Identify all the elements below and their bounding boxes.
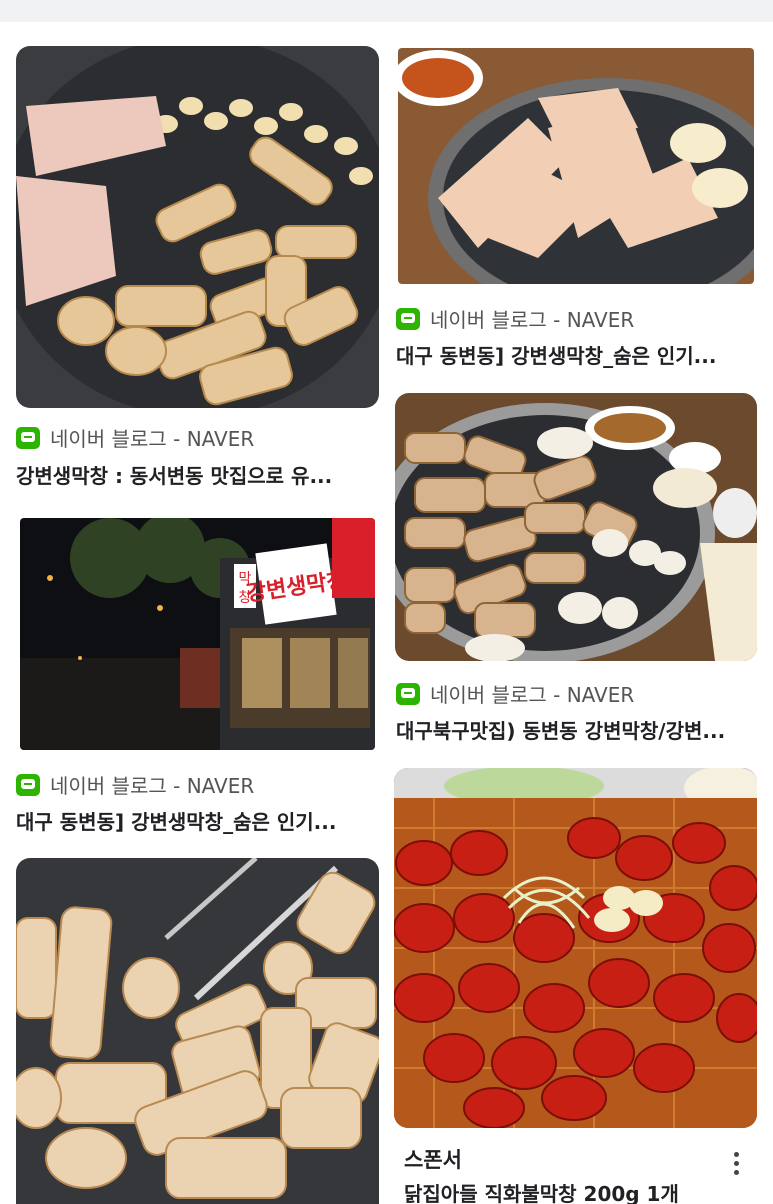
grill-garlic-photo xyxy=(16,46,379,408)
ad-product-image[interactable] xyxy=(394,768,757,1128)
more-dot-icon xyxy=(733,1151,739,1157)
top-bar xyxy=(0,0,773,22)
naver-blog-icon xyxy=(16,426,40,449)
result-source[interactable]: 네이버 블로그 - NAVER xyxy=(396,304,634,333)
more-dot-icon xyxy=(733,1160,739,1166)
storefront-photo: 막 창 강변생막창 xyxy=(20,518,375,750)
result-image-raw-grill[interactable] xyxy=(398,48,754,284)
sponsored-label: 스폰서 xyxy=(404,1148,462,1172)
result-source[interactable]: 네이버 블로그 - NAVER xyxy=(16,770,254,799)
result-title[interactable]: 대구 동변동] 강변생막창_숨은 인기... xyxy=(16,806,376,835)
result-source-label: 네이버 블로그 - NAVER xyxy=(50,774,255,798)
result-image-grill-sides[interactable] xyxy=(395,393,757,661)
result-image-storefront[interactable]: 막 창 강변생막창 xyxy=(20,518,375,750)
result-image-grill-garlic[interactable] xyxy=(16,46,379,408)
result-source[interactable]: 네이버 블로그 - NAVER xyxy=(396,679,634,708)
result-source[interactable]: 네이버 블로그 - NAVER xyxy=(16,423,254,452)
result-source-label: 네이버 블로그 - NAVER xyxy=(430,308,635,332)
naver-blog-icon xyxy=(16,773,40,796)
more-dot-icon xyxy=(733,1169,739,1175)
grill-chopsticks-photo xyxy=(16,858,379,1204)
result-source-label: 네이버 블로그 - NAVER xyxy=(430,683,635,707)
raw-grill-photo xyxy=(398,48,754,284)
grill-sides-photo xyxy=(395,393,757,661)
result-title[interactable]: 강변생막창 : 동서변동 맛집으로 유... xyxy=(16,460,376,489)
result-image-grill-chopsticks[interactable] xyxy=(16,858,379,1204)
naver-blog-icon xyxy=(396,682,420,705)
spicy-makchang-photo xyxy=(394,768,757,1128)
result-title[interactable]: 대구 동변동] 강변생막창_숨은 인기... xyxy=(396,340,756,369)
naver-blog-icon xyxy=(396,307,420,330)
result-title[interactable]: 대구북구맛집) 동변동 강변막창/강변... xyxy=(396,715,756,744)
result-source-label: 네이버 블로그 - NAVER xyxy=(50,427,255,451)
more-options-button[interactable] xyxy=(724,1146,748,1180)
ad-product-title[interactable]: 닭집아들 직화불막창 200g 1개 xyxy=(404,1178,679,1204)
